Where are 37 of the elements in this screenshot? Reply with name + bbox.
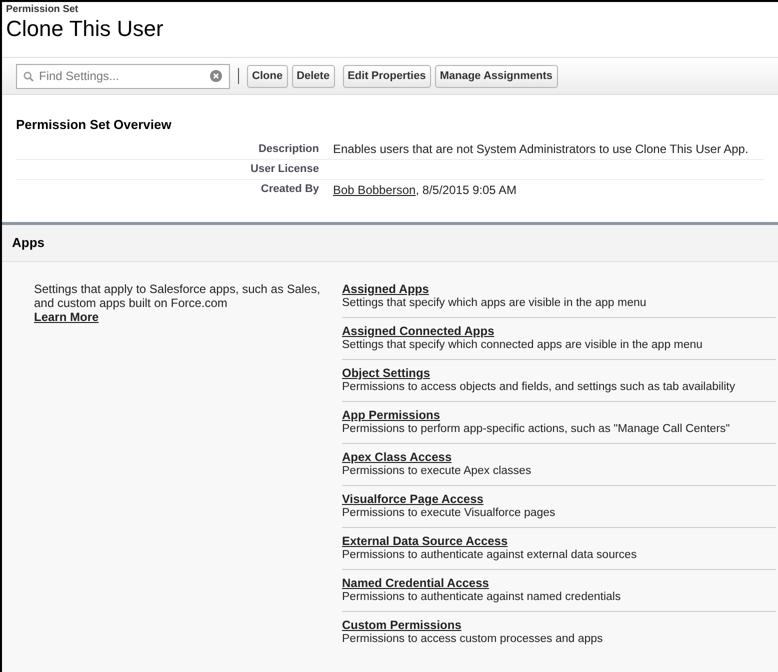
field-label: Description [258, 142, 319, 157]
toolbar-button[interactable]: Delete [292, 64, 335, 88]
settings-description: Permissions to authenticate against named credentials [342, 590, 622, 604]
settings-description: Settings that specify which connected apps are visible in the app menu [342, 338, 704, 352]
clear-icon[interactable] [210, 70, 222, 82]
settings-link[interactable]: External Data Source Access [342, 534, 508, 548]
section-title: Permission Set Overview [16, 116, 172, 134]
settings-description: Settings that specify which apps are visible in the app menu [342, 296, 648, 310]
field-value: Enables users that are not System Administrators to use Clone This User App. [333, 141, 748, 158]
field-label: Created By [260, 182, 319, 198]
settings-description: Permissions to execute Apex classes [342, 464, 532, 478]
settings-link[interactable]: Custom Permissions [342, 618, 462, 632]
field-label: User License [250, 162, 319, 177]
settings-description: Permissions to execute Visualforce pages [342, 506, 556, 520]
search-field[interactable]: Find Settings... [16, 64, 230, 88]
section-description: Settings that apply to Salesforce apps, such as Sales, and custom apps built on Force.com [34, 282, 322, 310]
field-value: , 8/5/2015 9:05 AM [416, 182, 516, 198]
settings-description: Permissions to access custom processes and apps [342, 632, 604, 646]
search-icon [23, 70, 34, 82]
settings-description: Permissions to perform app-specific actions, such as "Manage Call Centers" [342, 422, 731, 436]
user-link[interactable]: Bob Bobberson [333, 180, 416, 198]
toolbar-button[interactable]: Clone [247, 64, 288, 88]
toolbar-button[interactable]: Edit Properties [342, 64, 431, 88]
settings-link[interactable]: Assigned Connected Apps [342, 324, 494, 338]
toolbar-button[interactable]: Manage Assignments [434, 64, 558, 88]
settings-description: Permissions to authenticate against external data sources [342, 548, 638, 562]
learn-more-link[interactable]: Learn More [34, 310, 99, 324]
settings-link[interactable]: App Permissions [342, 408, 440, 422]
settings-link[interactable]: Apex Class Access [342, 450, 452, 464]
settings-link[interactable]: Named Credential Access [342, 576, 489, 590]
settings-link[interactable]: Visualforce Page Access [342, 492, 484, 506]
page-title: Clone This User [6, 16, 164, 42]
settings-link[interactable]: Object Settings [342, 366, 430, 380]
section-title: Apps [12, 234, 44, 252]
settings-description: Permissions to access objects and fields, and settings such as tab availability [342, 380, 736, 394]
settings-link[interactable]: Assigned Apps [342, 282, 429, 296]
record-type-label: Permission Set [6, 4, 80, 16]
